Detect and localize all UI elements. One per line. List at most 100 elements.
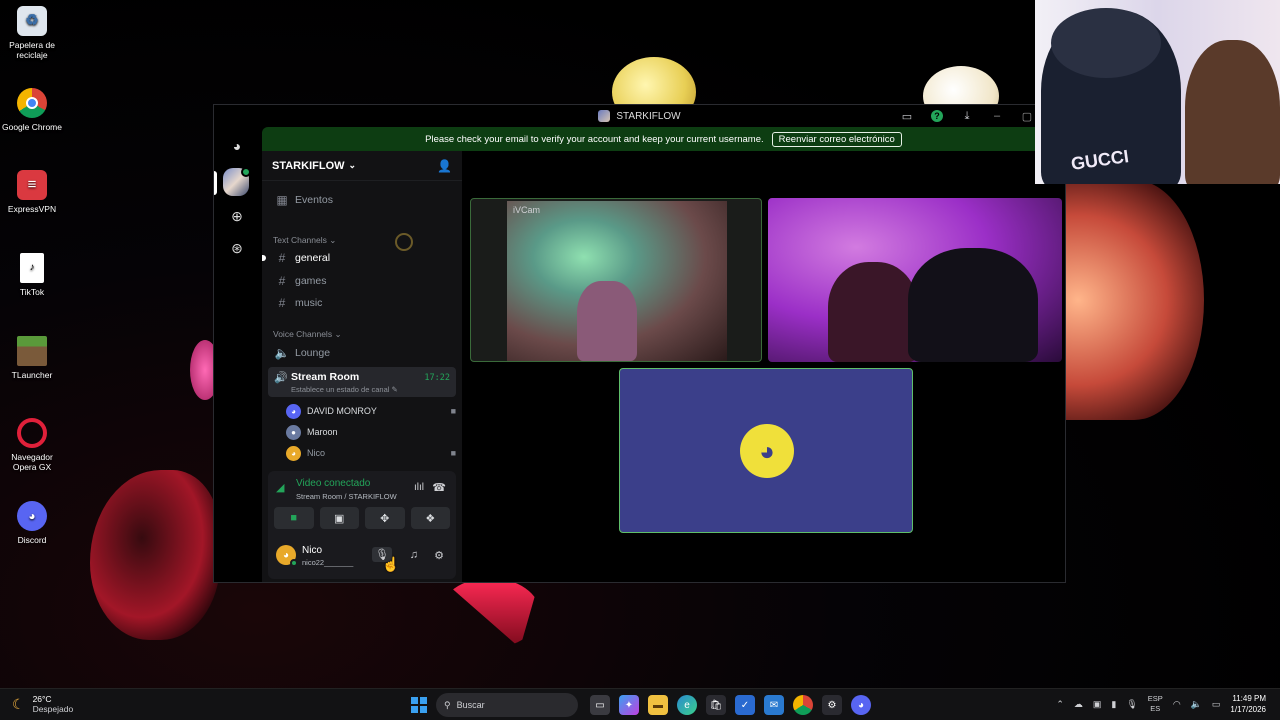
steam-icon[interactable]: ⚙ bbox=[822, 695, 842, 715]
invite-people-icon[interactable]: 👤 bbox=[437, 159, 452, 173]
ticktick-icon[interactable]: ✓ bbox=[735, 695, 755, 715]
desktop-icon-opera-gx[interactable]: Navegador Opera GX bbox=[0, 418, 64, 472]
taskbar: ☾ 26°C Despejado ⚲ Buscar ▭ ✦ ▬ e 🛍 ✓ ✉ … bbox=[0, 688, 1280, 720]
discord-icon[interactable]: ◕ bbox=[851, 695, 871, 715]
server-icon-starkiflow[interactable] bbox=[223, 167, 251, 196]
headphones-icon[interactable]: ♫ bbox=[410, 549, 418, 561]
gear-icon[interactable]: ⚙ bbox=[434, 549, 444, 562]
user-tag: nico22_______ bbox=[302, 558, 354, 567]
voice-user[interactable]: ◕ Nico ■ bbox=[286, 443, 456, 463]
video-tile-avatar[interactable]: ◕ bbox=[619, 368, 913, 533]
channel-label: Stream Room bbox=[291, 371, 360, 383]
unread-indicator bbox=[262, 255, 266, 261]
desktop-icon-label: TikTok bbox=[19, 287, 45, 297]
inbox-icon[interactable]: ▭ bbox=[899, 108, 915, 124]
task-view-icon[interactable]: ▭ bbox=[590, 695, 610, 715]
screen-share-icon: ▣ bbox=[334, 512, 345, 525]
desktop-icon-discord[interactable]: ◕ Discord bbox=[0, 501, 64, 545]
mouse-cursor-icon: ☝ bbox=[382, 556, 400, 572]
voice-channel-lounge[interactable]: 🔈 Lounge bbox=[268, 346, 456, 360]
speaker-icon: 🔈 bbox=[274, 346, 290, 360]
maximize-button[interactable]: ▢ bbox=[1019, 108, 1035, 124]
banner-text: Please check your email to verify your a… bbox=[425, 133, 764, 145]
channel-general[interactable]: # general bbox=[262, 251, 456, 265]
desktop-icon-expressvpn[interactable]: ≡ ExpressVPN bbox=[0, 170, 64, 214]
copilot-icon[interactable]: ✦ bbox=[619, 695, 639, 715]
disconnect-icon[interactable]: ☎ bbox=[432, 481, 446, 494]
video-tile[interactable] bbox=[768, 198, 1062, 362]
explore-servers-icon[interactable]: ⊛ bbox=[224, 235, 250, 261]
tiktok-file-icon: ♪ bbox=[20, 253, 44, 283]
discord-home-icon[interactable]: ◕ bbox=[224, 133, 250, 159]
desktop-icon-recycle-bin[interactable]: ♻ Papelera de reciclaje bbox=[0, 6, 64, 60]
channel-status-label: Establece un estado de canal bbox=[291, 385, 390, 394]
edge-icon[interactable]: e bbox=[677, 695, 697, 715]
start-button[interactable] bbox=[411, 697, 427, 713]
voice-user-name: Nico bbox=[307, 448, 326, 458]
camera-button[interactable]: ■ bbox=[274, 507, 314, 529]
wifi-icon[interactable]: ◠ bbox=[1173, 699, 1181, 710]
help-button[interactable]: ? bbox=[929, 108, 945, 124]
voice-channel-stream-room[interactable]: 🔊 Stream Room Establece un estado de can… bbox=[268, 367, 456, 397]
app-tray-icon[interactable]: ▣ bbox=[1093, 699, 1102, 710]
weather-widget[interactable]: ☾ 26°C Despejado bbox=[12, 694, 73, 714]
status-badge bbox=[241, 167, 251, 177]
microphone-icon[interactable]: 🎙 bbox=[1126, 699, 1137, 710]
webcam-overlay: GUCCI bbox=[1035, 0, 1280, 184]
wallpaper-shape bbox=[90, 470, 220, 640]
search-icon: ⚲ bbox=[444, 699, 451, 710]
signal-icon[interactable]: ◢ bbox=[276, 481, 284, 494]
channel-games[interactable]: # games bbox=[268, 274, 456, 288]
category-label: Text Channels bbox=[273, 235, 327, 245]
voice-status-title: Video conectado bbox=[296, 478, 371, 489]
soundboard-button[interactable]: ❖ bbox=[410, 507, 450, 529]
chrome-icon[interactable] bbox=[793, 695, 813, 715]
server-avatar-icon bbox=[598, 110, 611, 122]
clock[interactable]: 11:49 PM 1/17/2026 bbox=[1230, 693, 1266, 715]
chevron-up-icon[interactable]: ⌃ bbox=[1056, 699, 1064, 710]
events-label: Eventos bbox=[295, 194, 333, 206]
expressvpn-icon: ≡ bbox=[17, 170, 47, 200]
voice-connection-panel: ◢ Video conectado Stream Room / STARKIFL… bbox=[268, 471, 456, 535]
voice-user[interactable]: ◕ DAVID MONROY ■ bbox=[286, 401, 456, 421]
store-icon[interactable]: 🛍 bbox=[706, 695, 726, 715]
desktop-icon-label: TLauncher bbox=[11, 370, 53, 380]
file-explorer-icon[interactable]: ▬ bbox=[648, 695, 668, 715]
taskbar-search[interactable]: ⚲ Buscar bbox=[436, 693, 578, 717]
onedrive-icon[interactable]: ☁ bbox=[1074, 699, 1083, 710]
avatar: ◕ bbox=[286, 445, 301, 461]
server-header[interactable]: STARKIFLOW ⌄ bbox=[262, 151, 462, 181]
chevron-down-icon: ⌄ bbox=[348, 160, 357, 170]
channel-music[interactable]: # music bbox=[268, 296, 456, 310]
resend-email-button[interactable]: Reenviar correo electrónico bbox=[771, 131, 902, 147]
cap-shape bbox=[1051, 8, 1161, 78]
desktop-icon-tiktok[interactable]: ♪ TikTok bbox=[0, 253, 64, 297]
category-voice-channels[interactable]: Voice Channels ⌄ bbox=[273, 329, 342, 340]
mail-icon[interactable]: ✉ bbox=[764, 695, 784, 715]
discord-icon: ◕ bbox=[17, 501, 47, 531]
phone-link-icon[interactable]: ▮ bbox=[1111, 699, 1116, 710]
language-indicator[interactable]: ESP ES bbox=[1148, 694, 1163, 714]
activities-button[interactable]: ✥ bbox=[365, 507, 405, 529]
clock-date: 1/17/2026 bbox=[1230, 705, 1266, 714]
noise-suppression-icon[interactable]: ılıl bbox=[414, 482, 424, 493]
video-tile[interactable]: iVCam bbox=[470, 198, 762, 362]
hashtag-icon: # bbox=[278, 296, 286, 310]
download-icon[interactable]: ⤓ bbox=[959, 108, 975, 124]
minimize-button[interactable]: – bbox=[989, 108, 1005, 124]
add-server-icon[interactable]: ⊕ bbox=[224, 203, 250, 229]
voice-user[interactable]: ● Maroon bbox=[286, 422, 456, 442]
activities-icon: ✥ bbox=[380, 512, 390, 525]
set-channel-status[interactable]: Establece un estado de canal ✎ bbox=[291, 385, 398, 394]
weather-description: Despejado bbox=[32, 704, 74, 714]
desktop-icon-chrome[interactable]: Google Chrome bbox=[0, 88, 64, 132]
battery-icon[interactable]: ▭ bbox=[1212, 699, 1221, 710]
hashtag-icon: # bbox=[278, 274, 286, 288]
category-text-channels[interactable]: Text Channels ⌄ bbox=[273, 235, 336, 246]
events-item[interactable]: ▦ Eventos bbox=[268, 193, 456, 207]
avatar: ◕ bbox=[286, 403, 301, 419]
volume-icon[interactable]: 🔈 bbox=[1191, 699, 1202, 710]
voice-status-subtitle[interactable]: Stream Room / STARKIFLOW bbox=[296, 492, 397, 501]
desktop-icon-tlauncher[interactable]: TLauncher bbox=[0, 336, 64, 380]
screen-share-button[interactable]: ▣ bbox=[319, 507, 359, 529]
